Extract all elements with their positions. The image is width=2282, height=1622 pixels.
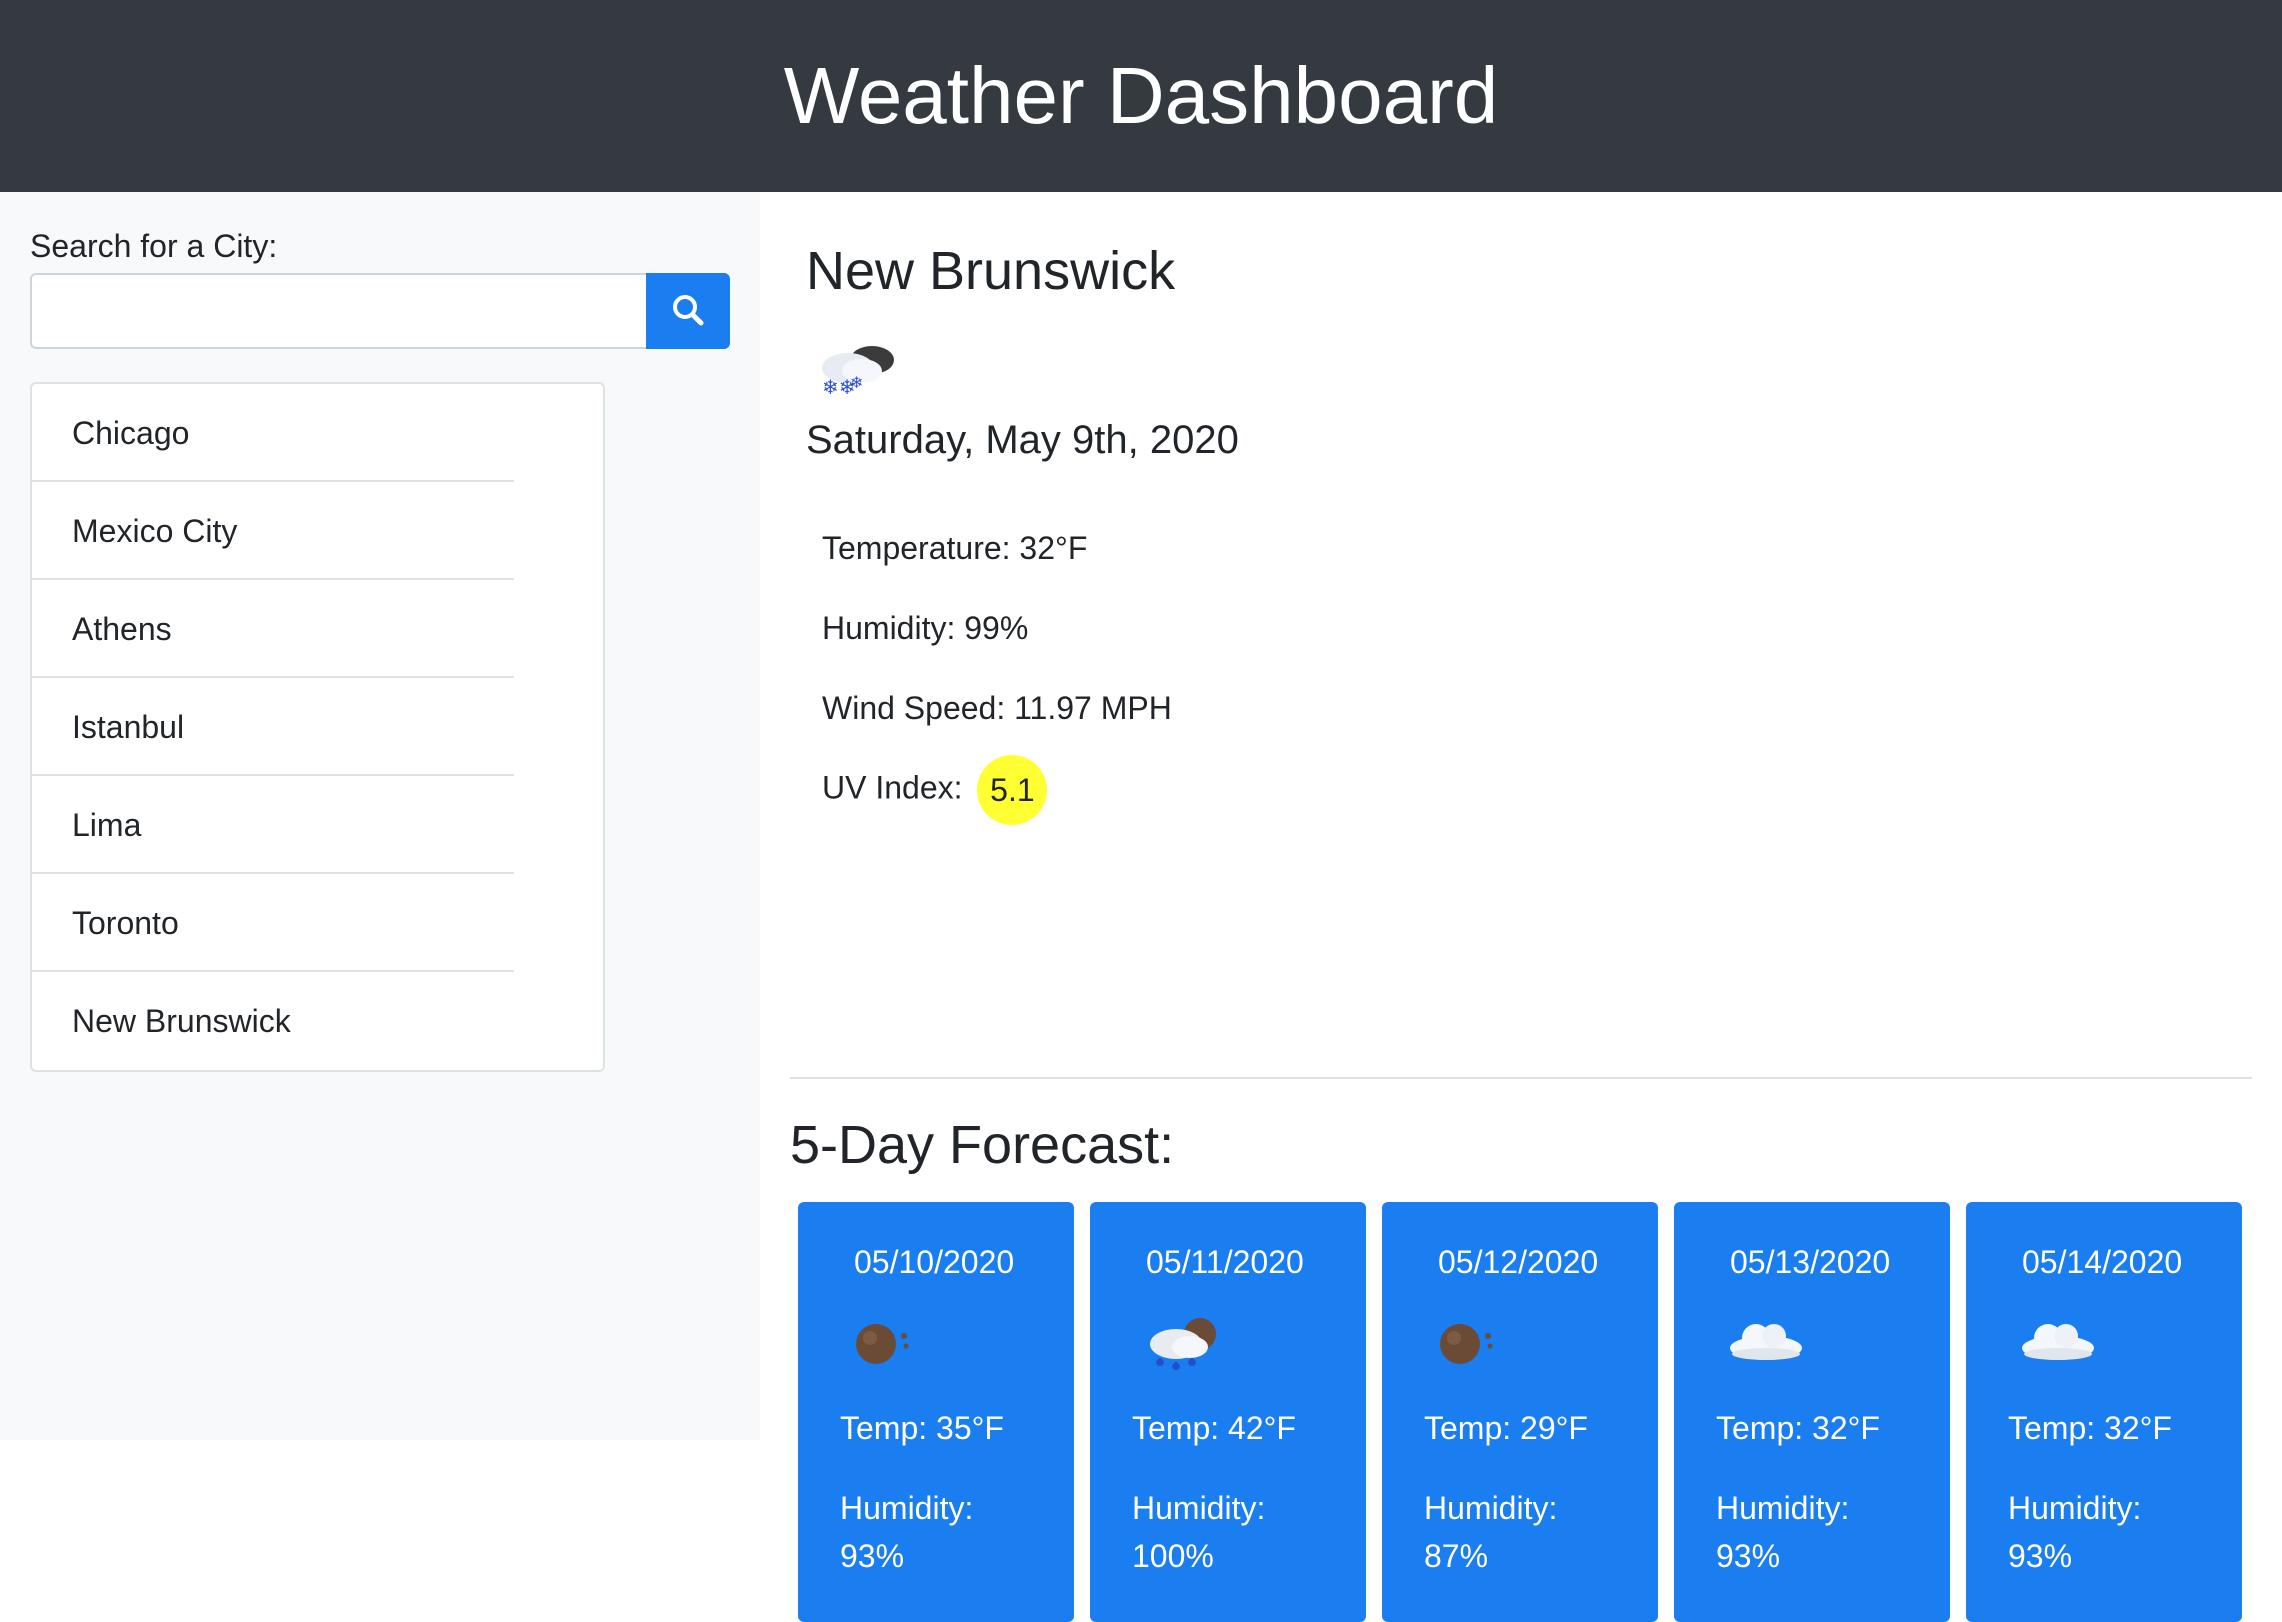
forecast-date: 05/10/2020 <box>854 1244 1015 1280</box>
search-input[interactable] <box>30 273 646 349</box>
search-label: Search for a City: <box>30 228 278 264</box>
forecast-card: 05/13/2020 Temp: 32°F Humidity: 93% <box>1674 1202 1950 1622</box>
svg-text:❄: ❄ <box>850 373 863 392</box>
forecast-date: 05/13/2020 <box>1730 1244 1891 1280</box>
forecast-humidity-value: 100% <box>1132 1538 1214 1574</box>
forecast-date: 05/14/2020 <box>2022 1244 2183 1280</box>
forecast-cards: 05/10/2020 Temp: 35°F Humidity: 93% 05/1… <box>798 1202 2242 1622</box>
page-title: Weather Dashboard <box>783 51 1499 140</box>
city-history-item[interactable]: Lima <box>32 776 603 874</box>
uv-index-label: UV Index: <box>822 769 963 806</box>
forecast-humidity-label: Humidity: <box>2008 1490 2142 1526</box>
forecast-humidity-value: 87% <box>1424 1538 1489 1574</box>
forecast-humidity-value: 93% <box>1716 1538 1781 1574</box>
uv-index-badge: 5.1 <box>977 755 1048 825</box>
forecast-card: 05/10/2020 Temp: 35°F Humidity: 93% <box>798 1202 1074 1622</box>
forecast-humidity-label: Humidity: <box>1424 1490 1558 1526</box>
temperature-value: Temperature: 32°F <box>822 530 1088 566</box>
forecast-date: 05/12/2020 <box>1438 1244 1599 1280</box>
forecast-humidity-label: Humidity: <box>1132 1490 1266 1526</box>
city-history-item[interactable]: Athens <box>32 580 603 678</box>
snow-cloud-icon: ❄❄ ❄ <box>812 338 902 407</box>
forecast-temp: Temp: 32°F <box>2008 1410 2172 1446</box>
city-history-item[interactable]: Toronto <box>32 874 603 972</box>
uv-index-row: UV Index: 5.1 <box>822 755 1048 825</box>
cloud-icon <box>2018 1312 2098 1373</box>
current-date: Saturday, May 9th, 2020 <box>806 418 1239 462</box>
sidebar: Search for a City: Chicago Mexico City A… <box>0 192 760 1440</box>
current-city-name: New Brunswick <box>806 241 1176 301</box>
forecast-card: 05/12/2020 Temp: 29°F Humidity: 87% <box>1382 1202 1658 1622</box>
forecast-humidity-label: Humidity: <box>840 1490 974 1526</box>
forecast-card: 05/14/2020 Temp: 32°F Humidity: 93% <box>1966 1202 2242 1622</box>
forecast-temp: Temp: 35°F <box>840 1410 1004 1446</box>
wind-speed-value: Wind Speed: 11.97 MPH <box>822 690 1172 726</box>
overcast-icon <box>1434 1312 1504 1373</box>
city-history-list: Chicago Mexico City Athens Istanbul Lima… <box>30 382 605 1072</box>
app-header: Weather Dashboard <box>0 0 2282 192</box>
humidity-value: Humidity: 99% <box>822 610 1029 646</box>
search-icon <box>671 293 705 330</box>
overcast-icon <box>850 1312 920 1373</box>
search-form <box>30 273 730 349</box>
city-history-item[interactable]: Istanbul <box>32 678 603 776</box>
forecast-card: 05/11/2020 Temp: 42°F Humidity: 100% <box>1090 1202 1366 1622</box>
forecast-humidity-value: 93% <box>840 1538 905 1574</box>
forecast-temp: Temp: 42°F <box>1132 1410 1296 1446</box>
forecast-title: 5-Day Forecast: <box>790 1115 1175 1175</box>
forecast-temp: Temp: 29°F <box>1424 1410 1588 1446</box>
forecast-temp: Temp: 32°F <box>1716 1410 1880 1446</box>
section-divider <box>790 1077 2252 1079</box>
forecast-humidity-value: 93% <box>2008 1538 2073 1574</box>
forecast-date: 05/11/2020 <box>1146 1244 1304 1280</box>
rain-cloud-icon <box>1138 1312 1228 1381</box>
city-history-item[interactable]: Mexico City <box>32 482 603 580</box>
city-history-item[interactable]: Chicago <box>32 384 603 482</box>
search-button[interactable] <box>646 273 730 349</box>
forecast-humidity-label: Humidity: <box>1716 1490 1850 1526</box>
city-history-item[interactable]: New Brunswick <box>32 972 603 1070</box>
weather-main: New Brunswick ❄❄ ❄ Saturday, May 9th, 20… <box>760 192 2282 1622</box>
cloud-icon <box>1726 1312 1806 1373</box>
